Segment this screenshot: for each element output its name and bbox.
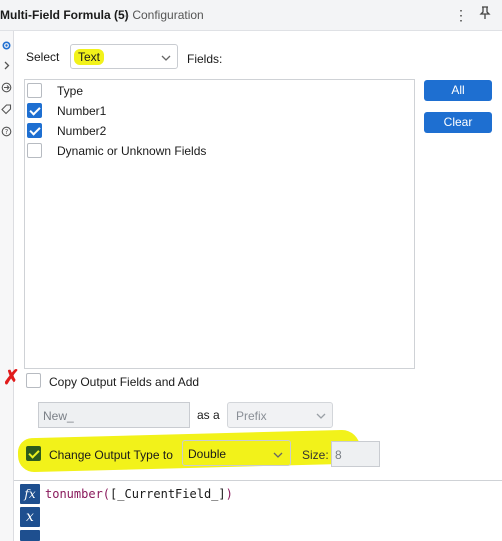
arrows-icon[interactable] — [1, 82, 12, 93]
left-rail: ? — [0, 31, 14, 541]
pin-icon[interactable] — [476, 6, 494, 24]
function-icon[interactable]: fx — [20, 484, 40, 504]
field-checkbox[interactable] — [27, 83, 42, 98]
chevron-right-icon[interactable] — [1, 60, 12, 71]
formula-text[interactable]: tonumber([_CurrentField_]) — [45, 487, 233, 501]
list-item[interactable]: Number2 — [25, 121, 414, 141]
output-type-value: Double — [188, 447, 227, 461]
window-title: Multi-Field Formula (5) — [0, 8, 129, 22]
position-value: Prefix — [236, 409, 267, 423]
list-item[interactable]: Dynamic or Unknown Fields — [25, 141, 414, 161]
field-label: Number2 — [57, 124, 107, 138]
size-input[interactable]: 8 — [331, 441, 380, 467]
field-label: Dynamic or Unknown Fields — [57, 144, 207, 158]
list-item[interactable]: Number1 — [25, 101, 414, 121]
field-list[interactable]: Type Number1 Number2 Dynamic or Unknown … — [24, 79, 415, 369]
help-icon[interactable]: ? — [1, 126, 12, 137]
prefix-text-input[interactable]: New_ — [38, 402, 190, 428]
window-subtitle: - Configuration — [125, 8, 204, 22]
variable-icon[interactable]: x — [20, 507, 40, 527]
title-bar: Multi-Field Formula (5) - Configuration … — [0, 0, 502, 31]
clear-button[interactable]: Clear — [424, 112, 492, 133]
select-value: Text — [74, 49, 105, 65]
field-label: Number1 — [57, 104, 107, 118]
chevron-down-icon — [161, 55, 171, 61]
field-label: Type — [57, 84, 84, 98]
as-a-label: as a — [197, 408, 220, 422]
position-dropdown[interactable]: Prefix — [227, 402, 333, 428]
formula-field: [_CurrentField_] — [110, 487, 226, 501]
output-type-dropdown[interactable]: Double — [182, 440, 291, 466]
copy-output-label: Copy Output Fields and Add — [49, 375, 200, 389]
svg-text:?: ? — [5, 128, 9, 136]
change-output-label: Change Output Type to — [49, 448, 173, 462]
field-checkbox[interactable] — [27, 123, 42, 138]
gear-icon[interactable] — [1, 40, 12, 51]
select-label: Select — [26, 50, 60, 64]
field-checkbox[interactable] — [27, 143, 42, 158]
more-options-icon[interactable]: ⋮ — [452, 6, 470, 24]
saved-expression-icon[interactable] — [20, 530, 40, 541]
change-output-checkbox[interactable] — [26, 446, 41, 461]
field-checkbox[interactable] — [27, 103, 42, 118]
red-x-annotation: ✗ — [3, 367, 20, 389]
chevron-down-icon — [273, 452, 283, 458]
chevron-down-icon — [316, 413, 326, 419]
list-item[interactable]: Type — [25, 81, 414, 101]
copy-output-checkbox[interactable] — [26, 373, 41, 388]
select-dropdown[interactable]: Text — [70, 44, 178, 69]
tag-icon[interactable] — [1, 104, 12, 115]
size-label: Size: — [302, 448, 329, 462]
formula-function: tonumber( — [45, 487, 111, 501]
all-button[interactable]: All — [424, 80, 492, 101]
fields-label: Fields: — [187, 52, 223, 66]
formula-close: ) — [225, 487, 233, 501]
